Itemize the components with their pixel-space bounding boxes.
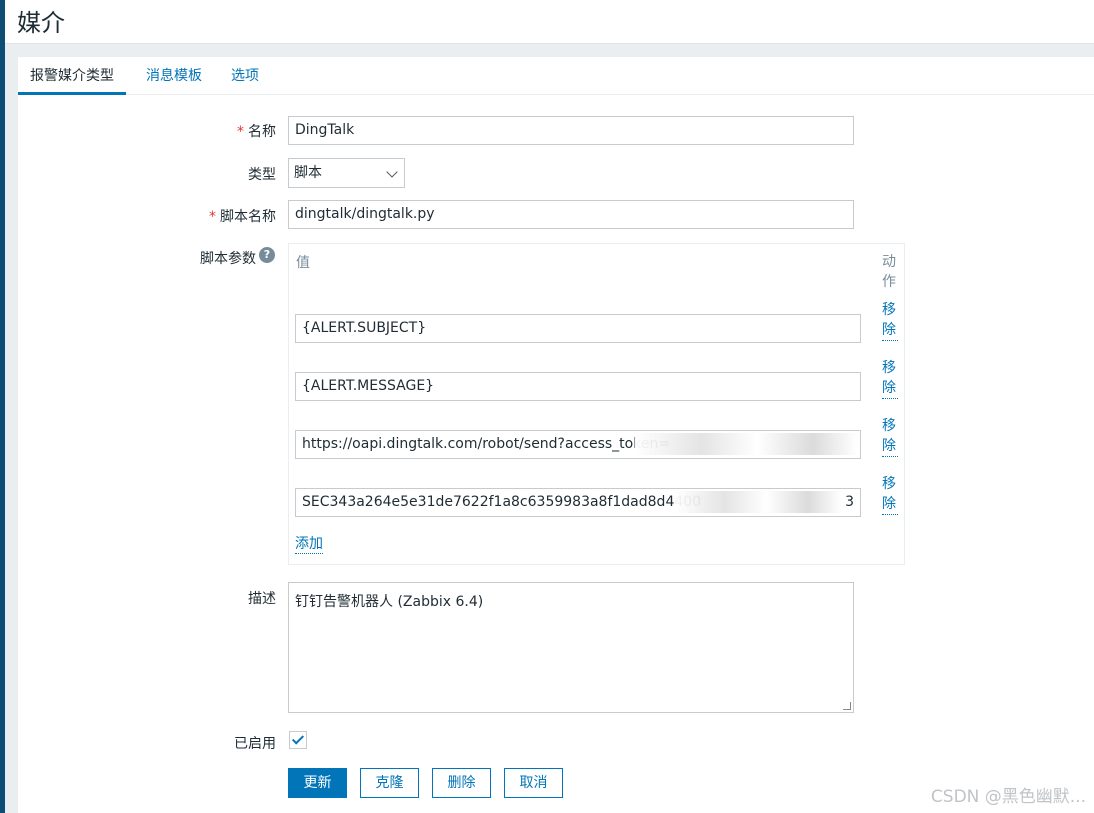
- question-circle-icon[interactable]: ?: [259, 247, 275, 263]
- description-text: 钉钉告警机器人 (Zabbix 6.4): [295, 594, 484, 610]
- param-input[interactable]: {ALERT.MESSAGE}: [295, 372, 861, 401]
- required-mark: *: [209, 209, 216, 225]
- tab-bar: 报警媒介类型 消息模板 选项: [18, 57, 1094, 95]
- remove-param-link[interactable]: 移除: [882, 300, 898, 341]
- enabled-label: 已启用: [234, 736, 276, 752]
- description-label: 描述: [248, 591, 276, 607]
- type-select-value: 脚本: [294, 165, 322, 181]
- resize-handle-icon[interactable]: [843, 702, 851, 710]
- name-label: * 名称: [237, 121, 276, 141]
- page-header: 媒介: [5, 0, 1094, 44]
- enabled-checkbox[interactable]: [289, 731, 307, 749]
- param-input[interactable]: {ALERT.SUBJECT}: [295, 314, 861, 343]
- col-header-value: 值: [296, 255, 310, 271]
- name-input[interactable]: DingTalk: [288, 116, 854, 145]
- description-textarea[interactable]: 钉钉告警机器人 (Zabbix 6.4): [288, 582, 854, 713]
- redacted-secret-blur: [675, 491, 841, 513]
- form-panel: 报警媒介类型 消息模板 选项 * 名称 DingTalk 类型 脚本 * 脚本名称 …: [18, 57, 1094, 813]
- tab-options[interactable]: 选项: [219, 57, 271, 95]
- type-label: 类型: [248, 167, 276, 183]
- cancel-button[interactable]: 取消: [504, 768, 563, 798]
- required-mark: *: [237, 124, 244, 140]
- page-title: 媒介: [17, 9, 65, 37]
- clone-button[interactable]: 克隆: [360, 768, 419, 798]
- redacted-token-blur: [635, 433, 857, 455]
- tab-media-type[interactable]: 报警媒介类型: [18, 57, 126, 95]
- left-nav-edge: [0, 0, 5, 813]
- script-name-input[interactable]: dingtalk/dingtalk.py: [288, 200, 854, 229]
- delete-button[interactable]: 删除: [432, 768, 491, 798]
- update-button[interactable]: 更新: [288, 768, 347, 798]
- col-header-action: 动作: [882, 254, 896, 290]
- param-value-suffix: 3: [845, 494, 854, 510]
- type-select[interactable]: 脚本: [288, 158, 405, 188]
- tab-message-templates[interactable]: 消息模板: [134, 57, 214, 95]
- watermark: CSDN @黑色幽默...: [930, 787, 1086, 807]
- add-param-link[interactable]: 添加: [295, 533, 323, 554]
- param-value-text: https://oapi.dingtalk.com/robot/send?acc…: [302, 436, 671, 452]
- remove-param-link[interactable]: 移除: [882, 474, 898, 515]
- script-params-table: 值 动作 {ALERT.SUBJECT} 移除 {ALERT.MESSAGE} …: [288, 243, 905, 565]
- param-value-text: SEC343a264e5e31de7622f1a8c6359983a8f1dad…: [302, 494, 702, 510]
- script-name-label-text: 脚本名称: [220, 209, 276, 225]
- checkmark-icon: [291, 732, 305, 745]
- remove-param-link[interactable]: 移除: [882, 358, 898, 399]
- remove-param-link[interactable]: 移除: [882, 416, 898, 457]
- chevron-down-icon: [386, 166, 398, 178]
- script-name-label: * 脚本名称: [209, 206, 276, 226]
- name-label-text: 名称: [248, 124, 276, 140]
- script-params-label: 脚本参数: [200, 251, 256, 267]
